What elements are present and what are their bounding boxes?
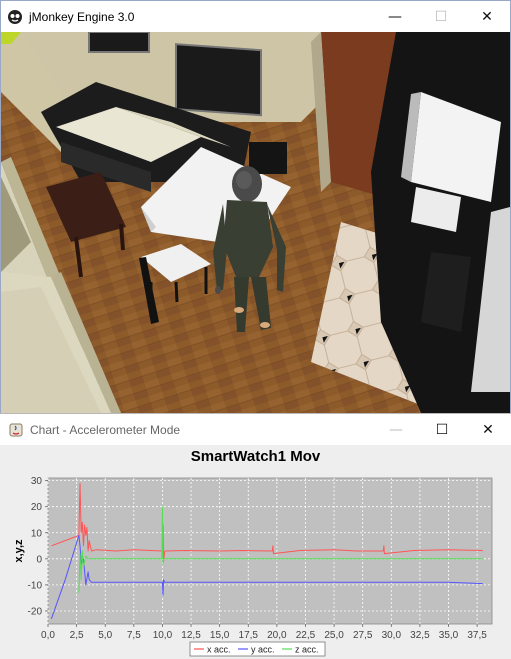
chart-maximize-button[interactable]: ☐	[419, 414, 465, 445]
jmonkey-app-icon	[8, 9, 22, 24]
accelerometer-chart: 0,0 2,5 5,0 7,5 10,0 12,5 15,0 17,5 20,0 22,5 25,0…	[13, 476, 493, 657]
maximize-button[interactable]: ☐	[418, 1, 464, 32]
3d-scene-render	[1, 32, 510, 413]
y-axis-label: x,y,z	[13, 539, 25, 563]
x-tick-label: 17,5	[239, 630, 259, 641]
x-tick-label: 7,5	[127, 630, 141, 641]
legend-label: y acc.	[251, 645, 275, 655]
java-icon	[9, 423, 23, 436]
minimize-button[interactable]: —	[372, 1, 418, 32]
chart-window-title: Chart - Accelerometer Mode	[30, 422, 181, 437]
jmonkey-window: jMonkey Engine 3.0 — ☐ ✕	[0, 0, 511, 413]
y-tick-label: -20	[28, 606, 43, 617]
x-tick-label: 5,0	[98, 630, 112, 641]
x-tick-label: 37,5	[467, 630, 487, 641]
close-button[interactable]: ✕	[464, 1, 510, 32]
chart-window: Chart - Accelerometer Mode — ☐ ✕ SmartWa…	[0, 413, 511, 659]
x-tick-label: 30,0	[382, 630, 402, 641]
x-tick-label: 0,0	[41, 630, 55, 641]
y-tick-label: 0	[36, 554, 42, 565]
chart-titlebar[interactable]: Chart - Accelerometer Mode — ☐ ✕	[0, 414, 511, 445]
chart-close-button[interactable]: ✕	[465, 414, 511, 445]
jmonkey-titlebar[interactable]: jMonkey Engine 3.0 — ☐ ✕	[1, 1, 510, 32]
legend-label: z acc.	[295, 645, 319, 655]
x-tick-label: 20,0	[267, 630, 287, 641]
y-tick-label: 30	[31, 476, 43, 487]
x-tick-label: 10,0	[153, 630, 173, 641]
legend-label: x acc.	[207, 645, 231, 655]
x-tick-label: 12,5	[181, 630, 201, 641]
x-tick-label: 22,5	[296, 630, 316, 641]
3d-viewport[interactable]	[1, 32, 510, 413]
y-tick-label: -10	[28, 580, 43, 591]
jmonkey-title: jMonkey Engine 3.0	[29, 9, 135, 24]
chart-legend: x acc. y acc. z acc.	[189, 641, 326, 657]
chart-minimize-button[interactable]: —	[373, 414, 419, 445]
x-tick-label: 35,0	[439, 630, 459, 641]
x-tick-label: 2,5	[70, 630, 84, 641]
y-tick-label: 20	[31, 502, 43, 513]
x-tick-label: 27,5	[353, 630, 373, 641]
y-tick-label: 10	[31, 528, 43, 539]
x-tick-label: 15,0	[210, 630, 230, 641]
x-tick-label: 32,5	[410, 630, 430, 641]
chart-panel: SmartWatch1 Mov 0,0 2,5 5,0 7,5 10,0 12,5 15,0…	[0, 445, 511, 659]
x-tick-label: 25,0	[324, 630, 344, 641]
